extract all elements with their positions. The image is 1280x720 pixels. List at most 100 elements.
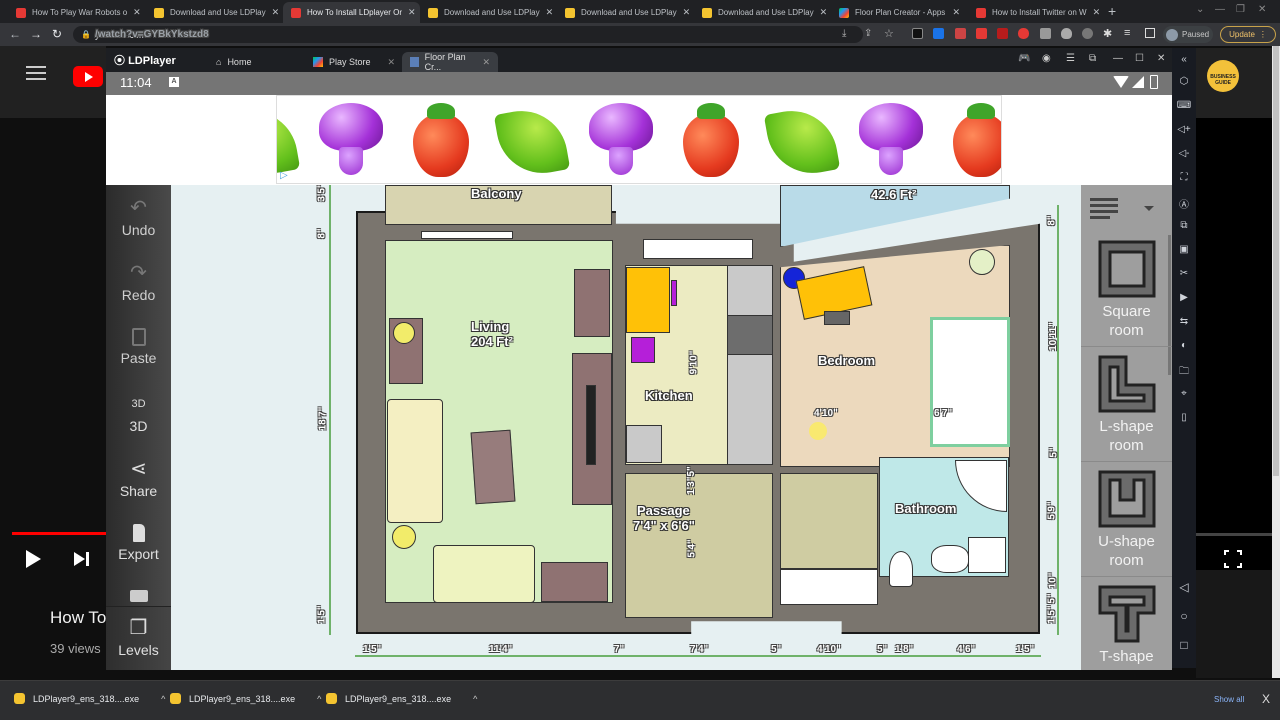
install-icon[interactable]: ⤓ (842, 28, 846, 39)
browser-tab[interactable]: How To Play War Robots o ✕ (8, 2, 146, 23)
android-home-icon[interactable]: ○ (1172, 609, 1196, 623)
scrollbar-thumb[interactable] (1273, 46, 1279, 476)
redo-button[interactable]: ↷ Redo (106, 261, 171, 303)
dresser[interactable] (541, 562, 608, 602)
chevron-up-icon[interactable]: ^ (473, 694, 477, 704)
download-item[interactable]: LDPlayer9_ens_318....exe ^ (326, 693, 477, 704)
forward-icon[interactable]: → (30, 27, 42, 41)
browser-tab[interactable]: Download and Use LDPlay ✕ (420, 2, 557, 23)
extension-515-icon[interactable] (997, 28, 1008, 39)
close-tab-icon[interactable]: ✕ (387, 57, 395, 68)
menu-icon[interactable]: ☰ (1066, 53, 1075, 64)
gamepad-icon[interactable]: 🎮 (1018, 53, 1030, 64)
u-shape-room-button[interactable]: U-shape room (1081, 470, 1172, 577)
toilet[interactable] (889, 551, 913, 587)
coffee-table[interactable] (470, 429, 516, 505)
close-tab-icon[interactable]: ✕ (952, 7, 960, 18)
sofa[interactable] (387, 399, 443, 523)
extension-icon[interactable] (1018, 28, 1029, 39)
tv[interactable] (586, 385, 596, 465)
ldplayer-tab-floor-plan[interactable]: Floor Plan Cr... ✕ (402, 52, 498, 72)
extension-icon[interactable] (933, 28, 944, 39)
folder-icon[interactable]: 🗀 (1172, 364, 1196, 381)
video-progress-bar[interactable] (12, 532, 106, 535)
washing-machine[interactable] (968, 537, 1006, 573)
back-icon[interactable]: ← (9, 27, 21, 41)
ad-banner[interactable] (276, 95, 1002, 184)
volume-up-icon[interactable]: ◁+ (1172, 124, 1196, 135)
export-button[interactable]: Export (106, 522, 171, 562)
close-tab-icon[interactable]: ✕ (272, 7, 280, 18)
extensions-puzzle-icon[interactable]: ✱ (1103, 27, 1112, 40)
sink[interactable] (931, 545, 969, 573)
show-all-downloads-link[interactable]: Show all (1214, 695, 1244, 704)
minimize-icon[interactable]: — (1215, 4, 1225, 15)
close-tab-icon[interactable]: ✕ (482, 57, 490, 68)
download-item[interactable]: LDPlayer9_ens_318....exe ^ (14, 693, 165, 704)
close-icon[interactable]: ✕ (1157, 53, 1165, 64)
close-tab-icon[interactable]: ✕ (133, 7, 141, 18)
extension-new-icon[interactable] (955, 28, 966, 39)
vibrate-icon[interactable]: ▯ (1172, 412, 1196, 423)
account-icon[interactable]: ◉ (1042, 53, 1051, 64)
reading-list-icon[interactable]: ≡ (1124, 27, 1130, 39)
shake-icon[interactable]: ◐ (1172, 340, 1196, 351)
close-tab-icon[interactable]: ✕ (1093, 7, 1101, 18)
next-video-icon[interactable] (74, 552, 89, 566)
apk-install-icon[interactable]: ▣ (1172, 244, 1196, 255)
paste-button[interactable]: Paste (106, 326, 171, 366)
levels-button[interactable]: ❐ Levels (106, 616, 171, 658)
storage[interactable] (780, 569, 878, 605)
extension-icon[interactable] (1082, 28, 1093, 39)
square-room-button[interactable]: Square room (1081, 240, 1172, 347)
ldplayer-tab-home[interactable]: ⌂ Home (208, 52, 308, 72)
update-button[interactable]: Update ⋮ (1220, 26, 1276, 43)
browser-tab[interactable]: Download and Use LDPlay ✕ (557, 2, 694, 23)
share-button[interactable]: ⋖ Share (106, 457, 171, 499)
dining-table[interactable] (626, 267, 670, 333)
multi-instance-icon[interactable]: ⧉ (1172, 220, 1196, 231)
browser-tab[interactable]: Download and Use LDPlay ✕ (694, 2, 831, 23)
fullscreen-icon[interactable]: ⛶ (1172, 172, 1196, 183)
keyboard-icon[interactable]: ⌨ (1172, 100, 1196, 111)
office-chair[interactable] (824, 311, 850, 325)
floor-plan-canvas[interactable]: Balcony 42.6 Ft² Living 204 Ft² Kitchen … (171, 185, 1081, 670)
armchair[interactable] (433, 545, 535, 603)
screenshot-scissors-icon[interactable]: ✂ (1172, 268, 1196, 279)
cabinet[interactable] (574, 269, 610, 337)
plant[interactable] (969, 249, 995, 275)
chair[interactable] (671, 280, 677, 306)
room-passage[interactable] (625, 473, 773, 618)
minimize-icon[interactable]: — (1113, 53, 1123, 64)
l-shape-room-button[interactable]: L-shape room (1081, 355, 1172, 462)
window-mode-icon[interactable]: ⧉ (1089, 53, 1096, 64)
address-bar[interactable]: 🔒 youtube.com/watch?v=GYBkYkstzd8 (73, 26, 863, 43)
3d-view-button[interactable]: 3D 3D (106, 392, 171, 434)
settings-icon[interactable]: ⬡ (1172, 76, 1196, 87)
android-recents-icon[interactable]: □ (1172, 638, 1196, 652)
chevron-up-icon[interactable]: ^ (317, 694, 321, 704)
extension-icon[interactable] (976, 28, 987, 39)
close-tab-icon[interactable]: ✕ (546, 7, 554, 18)
close-tab-icon[interactable]: ✕ (683, 7, 691, 18)
browser-tab-active[interactable]: How To Install LDplayer Or ✕ (283, 2, 420, 23)
close-tab-icon[interactable]: ✕ (820, 7, 828, 18)
side-panel-icon[interactable] (1145, 28, 1155, 38)
channel-avatar[interactable]: BUSINESS GUIDE (1207, 60, 1239, 92)
extension-shield-icon[interactable] (1061, 28, 1072, 39)
stove[interactable] (727, 315, 773, 355)
sync-icon[interactable]: ⇆ (1172, 316, 1196, 327)
room-closet[interactable] (780, 473, 878, 569)
hamburger-menu-icon[interactable] (26, 66, 46, 80)
video-title[interactable]: How To (50, 608, 106, 628)
maximize-icon[interactable]: ☐ (1135, 53, 1144, 64)
browser-tab[interactable]: How to Install Twitter on W ✕ (968, 2, 1105, 23)
new-tab-button[interactable]: + (1108, 3, 1116, 19)
volume-down-icon[interactable]: ◁- (1172, 148, 1196, 159)
dropdown-icon[interactable] (1144, 206, 1154, 211)
chevron-up-icon[interactable]: ^ (161, 694, 165, 704)
close-window-icon[interactable]: ✕ (1258, 4, 1266, 15)
profile-button[interactable]: Paused (1163, 26, 1213, 43)
android-back-icon[interactable]: ◁ (1172, 580, 1196, 594)
close-tab-icon[interactable]: ✕ (408, 7, 416, 18)
